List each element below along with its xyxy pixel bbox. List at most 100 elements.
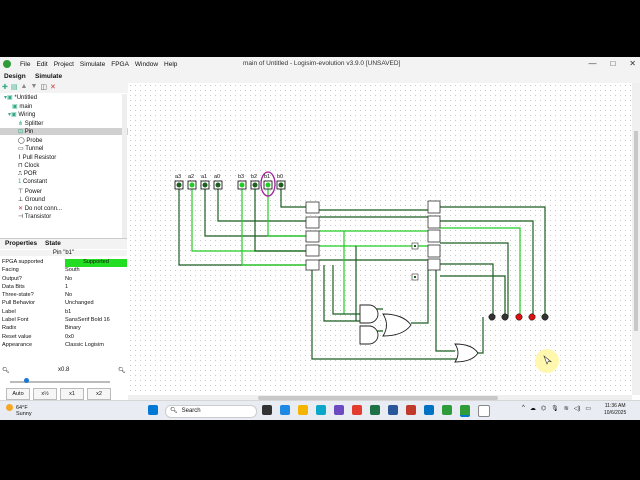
wire-a1[interactable]: [204, 189, 311, 237]
zoom-bar: 🔍︎ x0.8 🔍︎: [0, 366, 127, 378]
zoom-1x-button[interactable]: x1: [60, 388, 84, 400]
tree-scrollbar[interactable]: [122, 94, 127, 244]
tree-item-pin[interactable]: ⊡ Pin: [0, 128, 140, 135]
wire-a2[interactable]: [191, 189, 311, 252]
taskbar-search[interactable]: 🔍︎ Search: [165, 405, 257, 418]
add-vhdl-icon[interactable]: ▤: [11, 83, 18, 93]
menu-file[interactable]: File: [17, 61, 33, 68]
constant-markers: [411, 242, 419, 281]
task-view-icon[interactable]: [262, 405, 272, 415]
windows-start-icon[interactable]: [148, 405, 158, 415]
zoom-half-button[interactable]: x½: [33, 388, 57, 400]
menu-project[interactable]: Project: [51, 61, 77, 68]
tab-simulate[interactable]: Simulate: [35, 73, 62, 80]
network-icon[interactable]: ⌬: [541, 405, 546, 412]
wifi-icon[interactable]: ≋: [564, 405, 569, 412]
acrobat-icon[interactable]: [406, 405, 416, 415]
input-pins: [174, 180, 286, 190]
property-row: Label b1: [0, 309, 127, 317]
canvas-vscroll-thumb[interactable]: [634, 131, 638, 331]
property-row: FPGA supported Supported: [0, 259, 127, 268]
wire-b2[interactable]: [254, 189, 311, 252]
tree-circuit-main[interactable]: ▣ main: [12, 103, 32, 110]
logisim-task-icon[interactable]: [442, 405, 452, 415]
zoom-in-icon[interactable]: 🔍︎: [118, 367, 126, 374]
adder-blocks-right: [427, 200, 441, 271]
property-value[interactable]: 1: [65, 284, 127, 292]
tree-item-ground[interactable]: ⊥ Ground: [18, 196, 45, 203]
mic-icon[interactable]: 🎙︎: [551, 405, 559, 412]
wire-b3[interactable]: [241, 189, 311, 266]
logisim-logo-icon: [3, 60, 11, 68]
word-icon[interactable]: [388, 405, 398, 415]
tree-item-do-not-connect[interactable]: ✕ Do not conn...: [18, 205, 62, 212]
volume-icon[interactable]: ◁): [574, 405, 581, 412]
menu-help[interactable]: Help: [161, 61, 180, 68]
zoom-2x-button[interactable]: x2: [87, 388, 111, 400]
zoom-out-icon[interactable]: 🔍︎: [2, 367, 10, 374]
onedrive-icon[interactable]: ☁: [530, 405, 536, 412]
tree-project[interactable]: ▾▣ *Untitled: [4, 94, 37, 101]
teams-icon[interactable]: [334, 405, 344, 415]
tray-chevron-icon[interactable]: ^: [522, 405, 525, 412]
tree-item-probe[interactable]: ◯ Probe: [18, 137, 42, 144]
weather-widget[interactable]: 64°F Sunny: [6, 404, 32, 417]
battery-icon[interactable]: ▭: [585, 405, 591, 412]
add-circuit-icon[interactable]: ✚: [2, 83, 8, 93]
menu-bar: File Edit Project Simulate FPGA Window H…: [17, 61, 180, 68]
outlook-icon[interactable]: [424, 405, 434, 415]
menu-simulate[interactable]: Simulate: [77, 61, 108, 68]
zoom-auto-button[interactable]: Auto: [6, 388, 30, 400]
logisim-active-icon[interactable]: [460, 405, 470, 417]
property-value[interactable]: Unchanged: [65, 300, 127, 308]
tree-item-tunnel[interactable]: ▭ Tunnel: [18, 145, 43, 152]
wire-b1[interactable]: [267, 189, 311, 237]
desktop-screen: File Edit Project Simulate FPGA Window H…: [0, 57, 640, 420]
tree-item-power[interactable]: ⊤ Power: [18, 188, 42, 195]
close-button[interactable]: ✕: [629, 59, 636, 68]
minimize-button[interactable]: —: [588, 59, 596, 68]
property-row: Appearance Classic Logisim: [0, 342, 127, 350]
property-value[interactable]: Binary: [65, 325, 127, 333]
move-down-icon[interactable]: ▼: [30, 83, 37, 93]
circuit-canvas[interactable]: a3 a2 a1 a0 b3 b2 b1 b0: [128, 83, 632, 401]
zoom-slider-knob[interactable]: [24, 378, 29, 383]
tree-item-por[interactable]: ⎍ POR: [18, 171, 37, 178]
tree-item-splitter[interactable]: ⋔ Splitter: [18, 120, 43, 127]
widgets-icon[interactable]: [280, 405, 290, 415]
property-value[interactable]: 0x0: [65, 334, 127, 342]
property-value[interactable]: Classic Logisim: [65, 342, 127, 350]
menu-edit[interactable]: Edit: [33, 61, 50, 68]
property-value[interactable]: No: [65, 292, 127, 300]
edit-appearance-icon[interactable]: ◫: [40, 83, 47, 93]
file-explorer-icon[interactable]: [298, 405, 308, 415]
property-value[interactable]: No: [65, 276, 127, 284]
tree-item-clock[interactable]: ⊓ Clock: [18, 162, 39, 169]
pin-label-b0: b0: [277, 174, 283, 180]
tree-folder-wiring[interactable]: ▾▣ Wiring: [8, 111, 35, 118]
chrome-icon[interactable]: [352, 405, 362, 415]
tree-item-constant[interactable]: 1 Constant: [18, 179, 47, 185]
property-row: Data Bits 1: [0, 284, 127, 292]
edge-browser-icon[interactable]: [316, 405, 326, 415]
property-key: FPGA supported: [2, 259, 44, 265]
canvas-vscrollbar[interactable]: [632, 83, 640, 395]
tab-state[interactable]: State: [45, 240, 61, 247]
delete-circuit-icon[interactable]: ✕: [50, 83, 56, 93]
wire-a3[interactable]: [178, 189, 311, 266]
taskbar-clock[interactable]: 11:36 AM 10/6/2025: [604, 403, 626, 417]
tree-item-pull-resistor[interactable]: ⌇ Pull Resistor: [18, 154, 56, 161]
tree-item-transistor[interactable]: ⊣ Transistor: [18, 213, 51, 220]
property-value[interactable]: b1: [65, 309, 127, 317]
excel-icon[interactable]: [370, 405, 380, 415]
move-up-icon[interactable]: ▲: [21, 83, 28, 93]
property-value[interactable]: Supported: [65, 259, 127, 268]
tab-properties[interactable]: Properties: [5, 240, 37, 247]
property-value[interactable]: SansSerif Bold 16: [65, 317, 127, 325]
tab-design[interactable]: Design: [4, 73, 26, 80]
property-value[interactable]: South: [65, 267, 127, 275]
menu-window[interactable]: Window: [132, 61, 161, 68]
maximize-button[interactable]: □: [610, 59, 615, 68]
notepad-icon[interactable]: [478, 405, 490, 417]
menu-fpga[interactable]: FPGA: [108, 61, 132, 68]
